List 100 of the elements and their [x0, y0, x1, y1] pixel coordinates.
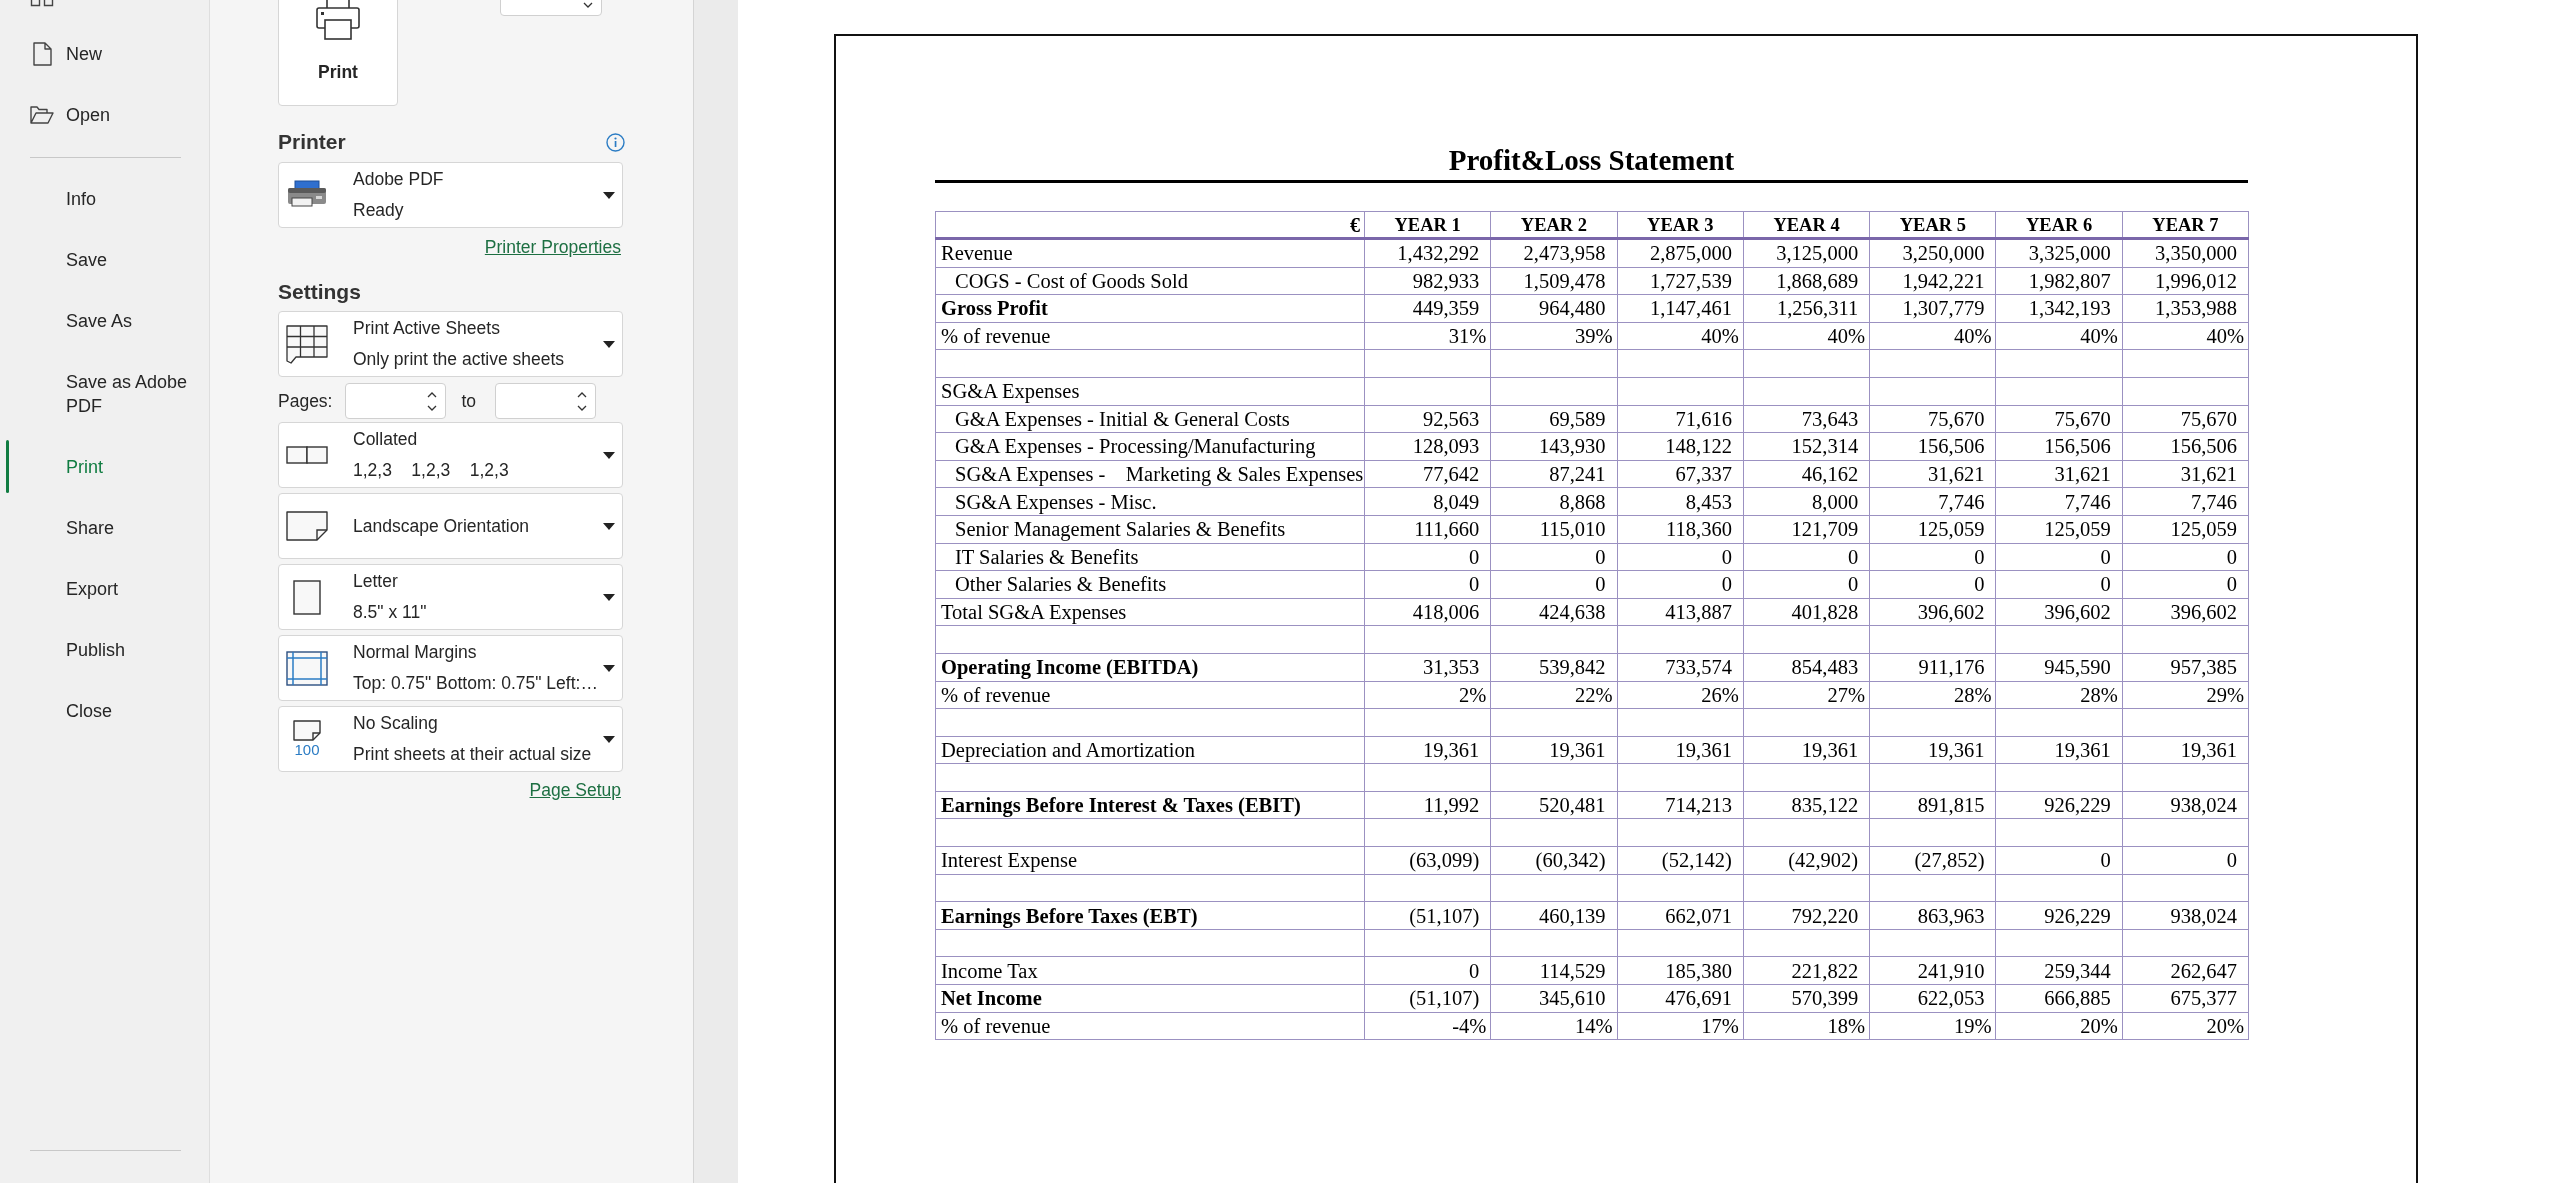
year-header: YEAR 2 [1520, 214, 1588, 235]
nav-item[interactable]: Export [0, 558, 209, 619]
amount-value: 241,910 [1917, 959, 1985, 982]
page-setup-link[interactable]: Page Setup [529, 779, 621, 801]
nav-item[interactable]: Info [0, 168, 209, 229]
info-icon [606, 132, 625, 152]
caret-icon[interactable] [603, 664, 615, 672]
page-to-field[interactable] [495, 383, 597, 419]
nav-item[interactable]: Share [0, 497, 209, 558]
amount-value: 413,887 [1665, 601, 1732, 623]
line-item-label: SG&A Expenses [941, 380, 1080, 403]
line-item-label: Earnings Before Interest & Taxes (EBIT) [941, 794, 1301, 817]
caret-icon[interactable] [603, 191, 615, 199]
printer-properties-link[interactable]: Printer Properties [484, 236, 621, 258]
nav-item[interactable]: Print [0, 436, 209, 497]
amount-value: 926,229 [2044, 904, 2111, 927]
currency-symbol: € [1350, 213, 1360, 236]
amount-value: 854,483 [1791, 656, 1859, 679]
caret-icon[interactable] [603, 340, 615, 348]
amount-value: 156,506 [2044, 435, 2111, 458]
amount-value: 143,930 [1538, 435, 1606, 458]
squares-icon[interactable] [30, 0, 54, 7]
percent-value: 17% [1701, 1014, 1739, 1037]
amount-value: 0 [1595, 573, 1606, 596]
nav-item[interactable]: New [0, 23, 209, 84]
nav-item[interactable]: Save as Adobe PDF [0, 351, 209, 436]
amount-value: 345,610 [1538, 987, 1606, 1010]
amount-value: 185,380 [1665, 959, 1732, 982]
line-item-label: % of revenue [941, 683, 1051, 706]
collation-dropdown[interactable]: Collated 1,2,3 1,2,3 1,2,3 [278, 422, 623, 488]
amount-value: 1,307,779 [1902, 297, 1985, 320]
amount-value: 863,963 [1917, 904, 1985, 927]
orientation-dropdown[interactable]: Landscape Orientation [278, 493, 623, 559]
amount-value: 31,621 [2180, 463, 2238, 486]
amount-value: 75,670 [1928, 407, 1985, 430]
caret-icon[interactable] [603, 593, 615, 601]
amount-value: (52,142) [1661, 849, 1732, 872]
amount-value: 128,093 [1412, 435, 1480, 458]
percent-value: 40% [2206, 325, 2245, 348]
caret-icon[interactable] [603, 735, 615, 743]
amount-value: 945,590 [2044, 656, 2111, 679]
amount-value: 1,982,807 [2028, 269, 2111, 292]
scaling-dropdown[interactable]: 100 No Scaling Print sheets at their actual size [278, 706, 623, 772]
amount-value: 31,621 [2054, 463, 2111, 486]
caret-icon[interactable] [603, 451, 615, 459]
percent-value: 14% [1575, 1014, 1613, 1037]
amount-value: 396,602 [1917, 601, 1985, 623]
amount-value: (51,107) [1409, 987, 1480, 1010]
amount-value: 733,574 [1665, 656, 1732, 679]
amount-value: 0 [1595, 545, 1606, 568]
two-pages-icon [286, 446, 328, 464]
chevron-down-icon[interactable] [577, 404, 588, 411]
caret-icon[interactable] [603, 522, 615, 530]
year-header: YEAR 4 [1773, 214, 1840, 235]
printer-icon [316, 0, 360, 41]
amount-value: 1,147,461 [1649, 297, 1732, 320]
amount-value: 476,691 [1665, 987, 1732, 1010]
printer-dropdown[interactable]: Adobe PDF Ready [278, 162, 623, 228]
amount-value: 77,642 [1422, 463, 1480, 486]
amount-value: 7,746 [1938, 490, 1985, 513]
amount-value: 2,875,000 [1649, 242, 1732, 265]
amount-value: 714,213 [1665, 794, 1732, 817]
amount-value: 0 [2226, 573, 2238, 596]
nav-item[interactable]: Save [0, 229, 209, 290]
amount-value: 71,616 [1675, 407, 1732, 430]
page-from-field[interactable] [345, 383, 447, 419]
print-button[interactable]: Print [278, 0, 398, 106]
amount-value: 262,647 [2170, 959, 2238, 982]
line-item-label: G&A Expenses - Initial & General Costs [955, 407, 1290, 430]
amount-value: 982,933 [1412, 269, 1480, 292]
line-item-label: Interest Expense [941, 849, 1078, 872]
document-icon [33, 41, 52, 66]
chevron-up-icon[interactable] [577, 391, 588, 398]
percent-value: 22% [1575, 683, 1613, 706]
nav-item[interactable]: Save As [0, 290, 209, 351]
amount-value: 67,337 [1675, 463, 1732, 486]
chevron-down-icon[interactable] [583, 1, 593, 8]
percent-value: 39% [1575, 325, 1613, 348]
paper-size-dropdown[interactable]: Letter 8.5" x 11" [278, 564, 623, 630]
nav-item[interactable]: Open [0, 84, 209, 145]
nav-item[interactable]: Publish [0, 619, 209, 680]
margins-dropdown[interactable]: Normal Margins Top: 0.75" Bottom: 0.75" Left:… [278, 635, 623, 701]
nav-item[interactable]: Close [0, 680, 209, 741]
amount-value: 19,361 [2180, 739, 2238, 761]
amount-value: 3,325,000 [2028, 242, 2111, 265]
amount-value: 75,670 [2054, 407, 2111, 430]
print-range-dropdown[interactable]: Print Active Sheets Only print the active sheets [278, 311, 623, 377]
chevron-up-icon[interactable] [427, 391, 438, 398]
amount-value: 7,746 [2190, 490, 2238, 513]
amount-value: 31,353 [1422, 656, 1480, 679]
percent-value: 40% [1827, 325, 1866, 348]
line-item-label: Operating Income (EBITDA) [941, 656, 1199, 679]
amount-value: 964,480 [1538, 297, 1606, 320]
spreadsheet-grid-icon [286, 324, 328, 364]
amount-value: 666,885 [2044, 987, 2111, 1010]
chevron-down-icon[interactable] [427, 404, 438, 411]
amount-value: 156,506 [2170, 435, 2238, 458]
amount-value: 460,139 [1538, 904, 1606, 927]
amount-value: 1,432,292 [1397, 242, 1480, 265]
amount-value: 125,059 [2044, 518, 2111, 541]
